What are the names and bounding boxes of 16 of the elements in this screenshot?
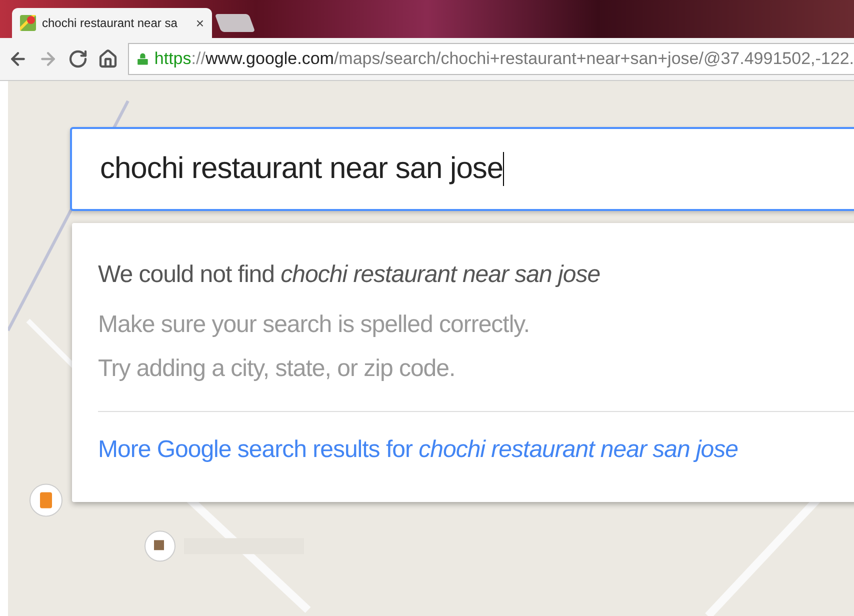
home-icon[interactable] — [98, 49, 118, 69]
address-bar[interactable]: https://www.google.com/maps/search/chochi+restaurant+near+san+jose/@37.4991502,-122. — [128, 43, 854, 75]
search-field[interactable]: chochi restaurant near san jose — [70, 127, 854, 211]
search-results-link[interactable]: More Google search results for chochi restaurant near san jose — [98, 436, 738, 464]
hint-text: Try adding a city, state, or zip code. — [98, 354, 456, 384]
close-icon[interactable]: × — [196, 15, 204, 31]
back-icon[interactable] — [8, 49, 28, 69]
url-text: https://www.google.com/maps/search/chochi+restaurant+near+san+jose/@37.4991502,-122. — [154, 49, 854, 69]
search-value: chochi restaurant near san jose — [100, 152, 504, 186]
tab-title: chochi restaurant near sa — [42, 16, 178, 30]
new-tab-button[interactable] — [214, 14, 256, 32]
browser-tab[interactable]: chochi restaurant near sa × — [12, 8, 212, 38]
hint-text: Make sure your search is spelled correctly. — [98, 310, 531, 340]
not-found-heading: We could not find chochi restaurant near san jose — [98, 261, 602, 289]
reload-icon[interactable] — [68, 49, 88, 69]
lock-icon — [135, 51, 150, 67]
